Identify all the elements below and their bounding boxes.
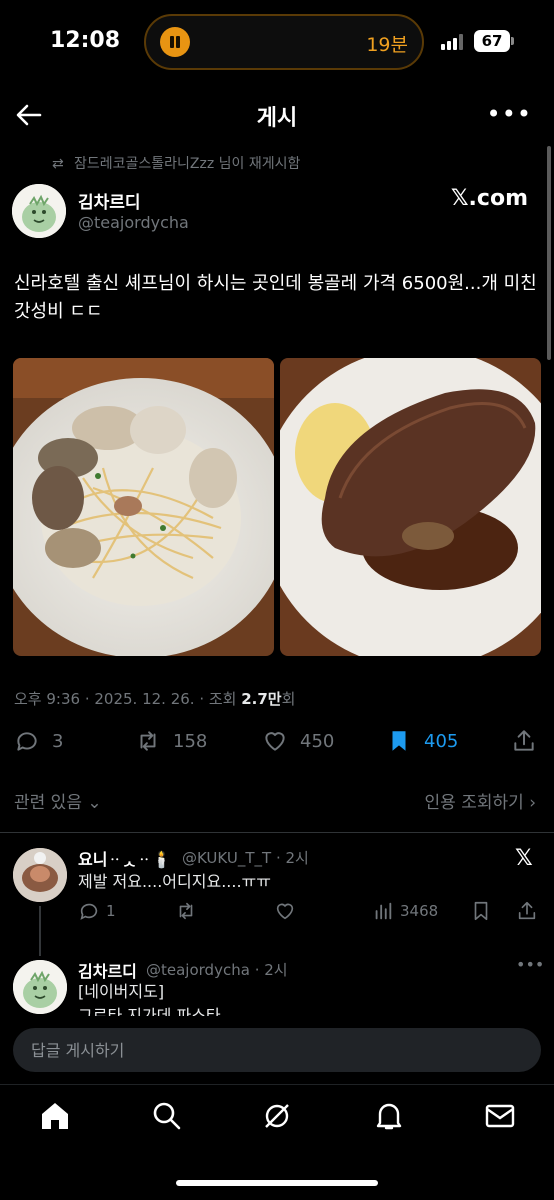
post-meta: 오후 9:36 · 2025. 12. 26. · 조회 2.7만회 [14, 688, 295, 709]
reply-repost-button[interactable] [175, 900, 203, 922]
x-logo-icon: 𝕏 [515, 846, 533, 871]
views-icon [375, 902, 392, 920]
quote-label: 인용 조회하기 [424, 793, 524, 813]
heart-icon [265, 732, 285, 751]
signal-icon [441, 34, 467, 50]
reply-author-name[interactable]: 김차르디 [78, 958, 137, 982]
status-bar: 12:08 19분 67 [0, 0, 554, 86]
repost-text: 잠드레코골스톨라니Zzz 님이 재게시함 [74, 156, 301, 172]
more-options-icon[interactable]: ••• [516, 955, 544, 974]
reply-view-count: 3468 [400, 902, 439, 920]
reply-like-button[interactable] [274, 900, 302, 922]
reply-author-name[interactable]: 요니ᆢᆺᆢ🕯️ [78, 846, 172, 870]
action-bar: 3 158 450 405 [0, 728, 554, 764]
reply-views-button[interactable]: 3468 [372, 900, 438, 922]
reply-input[interactable] [13, 1028, 541, 1072]
grok-icon[interactable] [260, 1099, 294, 1133]
photo-vongole-pasta[interactable] [13, 358, 274, 656]
reply-text-line1: [네이버지도] [78, 982, 165, 1001]
reply-icon [80, 903, 98, 920]
more-options-icon[interactable]: ••• [487, 100, 532, 128]
mail-icon[interactable] [483, 1099, 517, 1133]
reply-author-handle[interactable]: @teajordycha · 2시 [146, 959, 288, 980]
repost-icon [140, 731, 156, 751]
reply-count: 3 [52, 730, 64, 752]
related-toggle[interactable]: 관련 있음 ⌄ [14, 788, 102, 813]
reply-time: · 2시 [275, 849, 309, 867]
author-handle[interactable]: @teajordycha [78, 213, 189, 232]
repost-indicator[interactable]: ⇄ 잠드레코골스톨라니Zzz 님이 재게시함 [52, 153, 300, 173]
chevron-down-icon: ⌄ [87, 793, 102, 813]
reply-handle-text: @teajordycha [146, 961, 250, 979]
reply-handle-text: @KUKU_T_T [182, 849, 272, 867]
repost-button[interactable]: 158 [135, 728, 207, 754]
post-timestamp: 오후 9:36 · 2025. 12. 26. · 조회 [14, 690, 242, 708]
reply-avatar[interactable] [13, 848, 67, 902]
scrollbar[interactable] [547, 146, 551, 360]
divider [0, 832, 554, 833]
thread-line [39, 906, 41, 956]
repost-count: 158 [173, 730, 208, 752]
like-count: 450 [300, 730, 335, 752]
reply-reply-button[interactable]: 1 [78, 900, 116, 922]
island-timer: 19분 [366, 34, 408, 56]
dynamic-island[interactable]: 19분 [144, 14, 424, 70]
reply-reply-count: 1 [106, 902, 116, 920]
avatar[interactable] [12, 184, 66, 238]
photo-steak[interactable] [280, 358, 541, 656]
bookmark-count: 405 [424, 730, 459, 752]
reply-time: · 2시 [254, 961, 288, 979]
related-label: 관련 있음 [14, 793, 82, 813]
reply-share-button[interactable] [516, 900, 544, 922]
reply-avatar[interactable] [13, 960, 67, 1014]
bookmark-icon [392, 731, 406, 751]
view-quotes-link[interactable]: 인용 조회하기 › [425, 788, 536, 813]
battery-icon: 67 [474, 30, 514, 52]
view-suffix: 회 [281, 690, 296, 708]
reply-button[interactable]: 3 [14, 728, 63, 754]
bell-icon[interactable] [372, 1099, 406, 1133]
like-button[interactable]: 450 [262, 728, 334, 754]
share-icon [514, 730, 534, 751]
heart-icon [276, 903, 294, 920]
view-count: 2.7만 [241, 690, 282, 708]
author-name[interactable]: 김차르디 [78, 188, 141, 213]
reply-bookmark-button[interactable] [470, 900, 498, 922]
source-label[interactable]: 𝕏.com [451, 186, 528, 211]
repost-icon [179, 902, 193, 920]
post-header: 게시 ••• [0, 86, 554, 144]
home-icon[interactable] [38, 1099, 72, 1133]
share-button[interactable] [511, 728, 549, 754]
share-icon [518, 901, 536, 920]
status-time: 12:08 [50, 28, 121, 53]
search-icon[interactable] [150, 1099, 184, 1133]
page-title: 게시 [256, 106, 298, 131]
reply-text: 제발 저요....어디지요....ㅠㅠ [78, 872, 271, 891]
pause-icon[interactable] [160, 27, 190, 57]
bookmark-icon [474, 901, 488, 921]
home-indicator [176, 1180, 378, 1186]
reply-icon [17, 732, 37, 751]
repost-icon: ⇄ [52, 156, 64, 172]
tweet-text: 신라호텔 출신 셰프님이 하시는 곳인데 봉골레 가격 6500원...개 미친… [14, 273, 537, 322]
bookmark-button[interactable]: 405 [386, 728, 458, 754]
reply-author-handle[interactable]: @KUKU_T_T · 2시 [182, 847, 309, 868]
chevron-right-icon: › [529, 793, 536, 813]
